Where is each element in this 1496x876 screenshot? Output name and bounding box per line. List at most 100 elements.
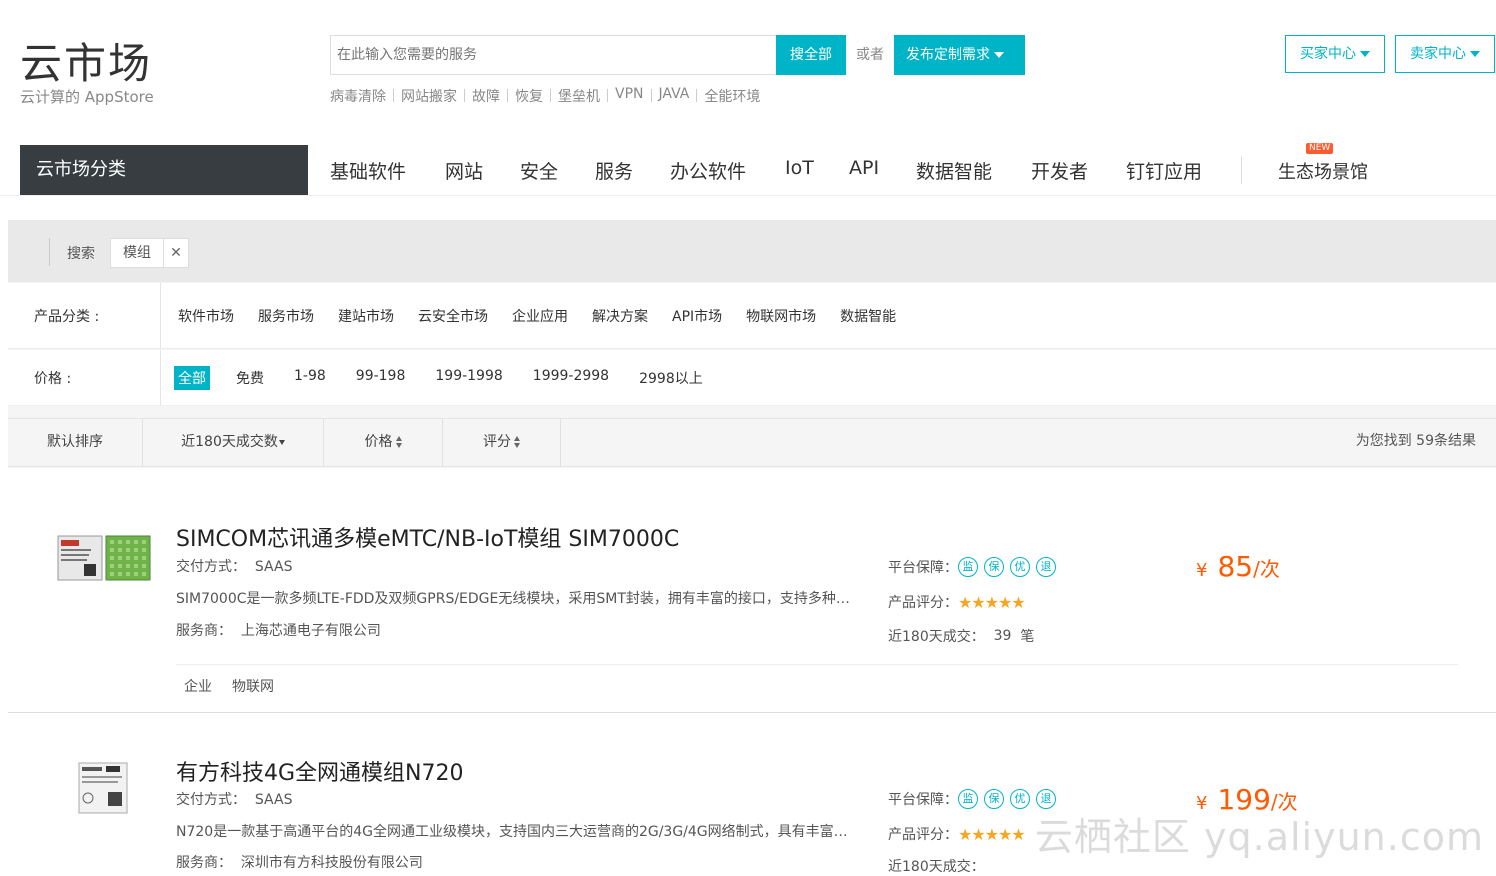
price-option[interactable]: 199-1998 <box>431 366 506 390</box>
search-all-button[interactable]: 搜全部 <box>776 35 846 75</box>
product-title[interactable]: SIMCOM芯讯通多模eMTC/NB-IoT模组 SIM7000C <box>176 521 679 553</box>
product-sales: 近180天成交： 39 笔 <box>888 626 1034 646</box>
product-sales: 近180天成交： <box>888 856 985 876</box>
refund-badge-icon: 退 <box>1036 557 1056 577</box>
price-option-selected[interactable]: 全部 <box>174 366 210 390</box>
sales-label: 近180天成交： <box>888 629 985 645</box>
search-input[interactable] <box>330 35 776 75</box>
star-rating-icon: ★★★★★ <box>958 824 1026 844</box>
sort-price[interactable]: 价格 <box>324 419 443 466</box>
search-crumb-bar <box>8 220 1496 282</box>
nav-item-eco[interactable]: 生态场景馆 <box>1278 158 1368 184</box>
product-tag[interactable]: 企业 <box>184 676 212 696</box>
category-options: 软件市场 服务市场 建站市场 云安全市场 企业应用 解决方案 API市场 物联网… <box>174 304 916 328</box>
hot-word[interactable]: VPN <box>615 86 644 106</box>
nav-item[interactable]: 钉钉应用 <box>1126 157 1202 184</box>
divider <box>696 89 698 102</box>
nav-item[interactable]: API <box>849 157 879 179</box>
keyword-chip-text: 模组 <box>111 239 164 267</box>
nav-item[interactable]: 办公软件 <box>670 157 746 184</box>
sales-count: 39 <box>993 628 1012 644</box>
delivery-value: SAAS <box>254 559 293 575</box>
divider <box>607 89 608 102</box>
divider <box>464 89 465 102</box>
product-tags: 企业 物联网 <box>184 676 274 696</box>
hot-word[interactable]: 网站搬家 <box>401 86 457 106</box>
product-delivery: 交付方式： SAAS <box>176 556 292 576</box>
category-option[interactable]: 物联网市场 <box>742 304 820 328</box>
divider <box>160 350 161 405</box>
hot-word[interactable]: 恢复 <box>515 86 543 106</box>
hot-word[interactable]: 堡垒机 <box>558 86 600 106</box>
sort-bar: 默认排序 近180天成交数 价格 评分 <box>8 418 1496 467</box>
divider <box>507 89 508 102</box>
category-option[interactable]: 软件市场 <box>174 304 238 328</box>
divider <box>176 664 1458 665</box>
price-value: 85 <box>1217 550 1254 583</box>
product-rating: 产品评分： ★★★★★ <box>888 824 1026 844</box>
product-vendor: 服务商： 深圳市有方科技股份有限公司 <box>176 852 423 872</box>
price-filter-label: 价格 : <box>34 371 72 387</box>
product-rating: 产品评分： ★★★★★ <box>888 592 1026 612</box>
sort-rating[interactable]: 评分 <box>443 419 561 466</box>
close-icon[interactable]: ✕ <box>164 245 188 261</box>
price-option[interactable]: 免费 <box>232 366 268 390</box>
sales-unit: 笔 <box>1020 629 1035 645</box>
category-option[interactable]: 建站市场 <box>334 304 398 328</box>
module-image-icon <box>78 762 128 814</box>
hot-word[interactable]: 病毒清除 <box>330 86 386 106</box>
protect-badge-icon: 保 <box>984 789 1004 809</box>
monitor-badge-icon: 监 <box>958 557 978 577</box>
logo-subtitle: 云计算的 AppStore <box>20 88 154 106</box>
publish-request-button[interactable]: 发布定制需求 <box>894 35 1025 75</box>
product-image[interactable] <box>78 762 128 814</box>
divider <box>650 89 652 102</box>
publish-label: 发布定制需求 <box>906 47 990 63</box>
sort-default[interactable]: 默认排序 <box>8 419 143 466</box>
price-option[interactable]: 2998以上 <box>635 366 707 390</box>
nav-item[interactable]: 安全 <box>520 157 558 184</box>
category-option[interactable]: 云安全市场 <box>414 304 492 328</box>
category-option[interactable]: 数据智能 <box>836 304 900 328</box>
price-unit: /次 <box>1253 557 1280 581</box>
category-option[interactable]: 企业应用 <box>508 304 572 328</box>
new-badge: NEW <box>1306 143 1334 154</box>
sales-label: 近180天成交： <box>888 859 985 875</box>
divider <box>8 712 1496 713</box>
nav-item[interactable]: IoT <box>785 157 814 179</box>
buyer-center-label: 买家中心 <box>1300 46 1356 62</box>
product-delivery: 交付方式： SAAS <box>176 789 292 809</box>
product-description: SIM7000C是一款多频LTE-FDD及双频GPRS/EDGE无线模块，采用S… <box>176 591 856 607</box>
nav-item[interactable]: 数据智能 <box>916 157 992 184</box>
logo-title[interactable]: 云市场 <box>20 30 152 91</box>
category-option[interactable]: API市场 <box>668 304 726 328</box>
hot-word[interactable]: JAVA <box>659 86 690 106</box>
platform-guarantee: 平台保障： 监 保 优 退 <box>888 557 1062 577</box>
sort-sales[interactable]: 近180天成交数 <box>143 419 324 466</box>
price-option[interactable]: 1-98 <box>290 366 330 390</box>
product-image[interactable] <box>56 534 152 582</box>
category-menu[interactable]: 云市场分类 <box>20 145 308 195</box>
nav-item[interactable]: 开发者 <box>1031 157 1088 184</box>
crumb-search-label: 搜索 <box>67 246 95 262</box>
nav-item[interactable]: 基础软件 <box>330 157 406 184</box>
or-text: 或者 <box>856 47 884 63</box>
hot-word[interactable]: 全能环境 <box>704 86 760 106</box>
hot-word[interactable]: 故障 <box>472 86 500 106</box>
price-option[interactable]: 1999-2998 <box>529 366 613 390</box>
product-tag[interactable]: 物联网 <box>232 676 274 696</box>
seller-center-label: 卖家中心 <box>1410 46 1466 62</box>
price-option[interactable]: 99-198 <box>352 366 410 390</box>
vendor-name[interactable]: 深圳市有方科技股份有限公司 <box>241 855 423 871</box>
chevron-down-icon <box>1360 51 1370 57</box>
nav-item[interactable]: 网站 <box>445 157 483 184</box>
product-title[interactable]: 有方科技4G全网通模组N720 <box>176 755 464 787</box>
buyer-center-button[interactable]: 买家中心 <box>1285 35 1385 73</box>
divider <box>393 89 394 102</box>
protect-badge-icon: 保 <box>984 557 1004 577</box>
nav-item[interactable]: 服务 <box>595 157 633 184</box>
seller-center-button[interactable]: 卖家中心 <box>1395 35 1495 73</box>
vendor-name[interactable]: 上海芯通电子有限公司 <box>241 623 381 639</box>
category-option[interactable]: 服务市场 <box>254 304 318 328</box>
category-option[interactable]: 解决方案 <box>588 304 652 328</box>
